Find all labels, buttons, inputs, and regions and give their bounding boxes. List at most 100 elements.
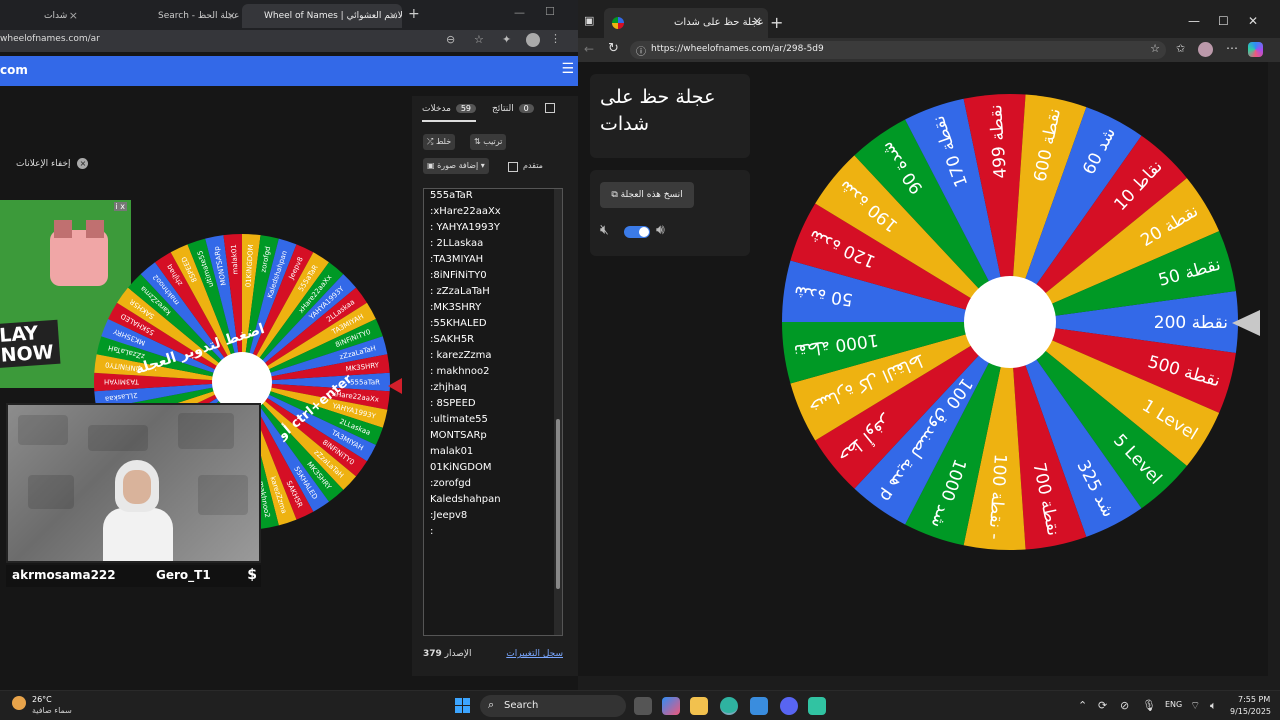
more-icon[interactable]: ⋮ [550,32,561,45]
search-label: Search [504,700,539,711]
file-explorer-icon[interactable] [690,697,708,715]
entries-scrollbar[interactable] [554,189,562,635]
mute-icon[interactable]: 🔇︎ [600,222,609,238]
version-label: 379 الإصدار [423,649,472,659]
tab-shadat[interactable]: شدات × [0,4,82,28]
version-text: الإصدار [444,649,472,659]
clock-date[interactable]: 9/15/2025 [1230,707,1271,716]
maximize-button[interactable]: ☐ [545,5,555,18]
hide-checkbox[interactable] [545,103,555,113]
weather-temperature[interactable]: 26°C [32,695,52,704]
url-text: https://wheelofnames.com/ar/298-5d9 [651,44,824,54]
zoom-icon[interactable]: ⊖ [446,33,455,46]
ad-play-now-text: LAY NOW [0,319,61,369]
sort-button[interactable]: ⇅ ترتيب [470,134,507,150]
url-field[interactable]: ⓘ https://wheelofnames.com/ar/298-5d9 ☆ [630,41,1166,59]
entries-textarea[interactable]: 555aTaR :xHare22aaXx : YAHYA1993Y : 2LLa… [423,188,563,636]
close-ads-link[interactable]: إخفاء الإعلانات × [16,158,89,169]
list-item: MONTSARp [430,430,487,441]
changelog-link[interactable]: سجل التغييرات [506,649,563,659]
title-card: عجلة حظ على شدات [590,74,750,158]
tab-title: عجلة حظ على شدات [674,17,764,28]
list-item: :SAKH5R [430,334,475,345]
clock-time[interactable]: 7:55 PM [1238,695,1270,704]
copy-wheel-button[interactable]: ⧉ انسخ هذه العجلة [600,182,694,208]
favorites-icon[interactable]: ✩ [1176,42,1185,55]
left-address-bar: wheelofnames.com/ar ⊖ ☆ ✦ ⋮ [0,30,578,52]
ad-info-icon[interactable]: i x [113,202,127,211]
tab-entries[interactable]: مدخلات 59 [422,104,477,122]
page-title[interactable]: عجلة حظ على شدات [600,84,715,138]
main-spin-wheel[interactable]: نقطة 200نقطة 5001 Level5 Levelشد 325نقطة… [780,92,1240,552]
star-icon[interactable]: ☆ [1150,42,1160,55]
copilot-app-icon[interactable] [662,697,680,715]
chevron-up-icon[interactable]: ⌃ [1078,699,1087,712]
network-off-icon[interactable]: ⊘ [1120,699,1129,712]
site-name[interactable]: com [0,63,28,77]
avatar[interactable] [526,33,540,47]
page-scrollbar[interactable] [1268,62,1280,676]
url-text[interactable]: wheelofnames.com/ar [0,34,100,44]
edge-icon[interactable] [720,697,738,715]
site-header: com ☰ [0,56,578,86]
refresh-icon[interactable]: ↻ [608,41,619,56]
chevron-down-icon: ▾ [480,161,485,170]
advanced-checkbox[interactable] [508,162,518,172]
main-wheel-hub[interactable] [964,276,1056,368]
add-image-dropdown[interactable]: ▣ إضافة صورة ▾ [423,158,489,174]
new-tab-button[interactable]: + [770,13,783,32]
language-indicator[interactable]: ENG [1165,700,1182,709]
taskbar: 26°C سماء صافية ⌕ Search ⌃ ⟳ ⊘ 🎙︎ ENG ⌔ … [0,690,1280,720]
taskbar-search[interactable]: ⌕ Search [480,695,626,717]
weather-icon[interactable] [12,696,26,710]
minimize-button[interactable]: — [1188,14,1200,28]
site-info-icon[interactable]: ⓘ [636,43,646,58]
left-browser-window: شدات × Search - عجلة الحظ × Wheel of Nam… [0,0,578,690]
list-item: : 2LLaskaa [430,238,484,249]
tab-wheel-of-names[interactable]: Wheel of Names | الاسم العشوائي × [242,4,402,28]
maximize-button[interactable]: ☐ [1218,14,1229,28]
star-icon[interactable]: ☆ [474,33,484,46]
volume-icon[interactable]: 🔈︎ [1210,699,1217,713]
guest-name: Gero_T1 [156,568,211,582]
shuffle-button[interactable]: ⤮ خلط [423,134,456,150]
store-icon[interactable] [750,697,768,715]
minimize-button[interactable]: — [514,6,525,19]
wheel-favicon-icon [612,17,624,29]
extensions-icon[interactable]: ✦ [502,33,511,46]
entries-footer: 379 الإصدار سجل التغييرات [423,649,563,665]
search-icon: ⌕ [488,698,495,711]
close-icon[interactable]: × [752,14,762,28]
new-tab-button[interactable]: + [408,6,420,22]
tab-search[interactable]: Search - عجلة الحظ × [86,4,240,28]
copilot-icon[interactable] [1248,42,1263,57]
list-item: malak01 [430,446,474,457]
shuffle-label: خلط [435,137,452,146]
start-button[interactable] [455,698,471,714]
close-window-button[interactable]: ✕ [1248,14,1258,28]
list-item: :zorofgd [430,478,471,489]
task-view-icon[interactable] [634,697,652,715]
close-icon[interactable]: × [69,4,78,28]
list-item: : YAHYA1993Y [430,222,500,233]
tab-actions-icon[interactable]: ▣ [584,14,594,27]
wifi-icon[interactable]: ⌔ [1190,699,1200,713]
sort-label: ترتيب [483,137,503,146]
tab-results[interactable]: النتائج 0 [492,104,534,114]
streamlabs-icon[interactable] [808,697,826,715]
sound-toggle[interactable] [624,226,650,238]
more-icon[interactable]: ⋯ [1226,41,1238,55]
sync-icon[interactable]: ⟳ [1098,699,1107,712]
close-icon[interactable]: × [389,4,398,28]
tab-wheel[interactable]: عجلة حظ على شدات × [604,8,768,38]
menu-icon[interactable]: ☰ [561,61,574,77]
list-item: : karezZzma [430,350,492,361]
close-icon[interactable]: × [227,4,236,28]
back-icon[interactable]: ← [584,42,594,56]
avatar[interactable] [1198,42,1213,57]
wheel-pointer-icon [1232,310,1260,336]
volume-icon[interactable]: 🔊︎ [656,222,665,238]
weather-description[interactable]: سماء صافية [32,706,72,715]
microphone-icon[interactable]: 🎙︎ [1142,699,1156,712]
discord-icon[interactable] [780,697,798,715]
